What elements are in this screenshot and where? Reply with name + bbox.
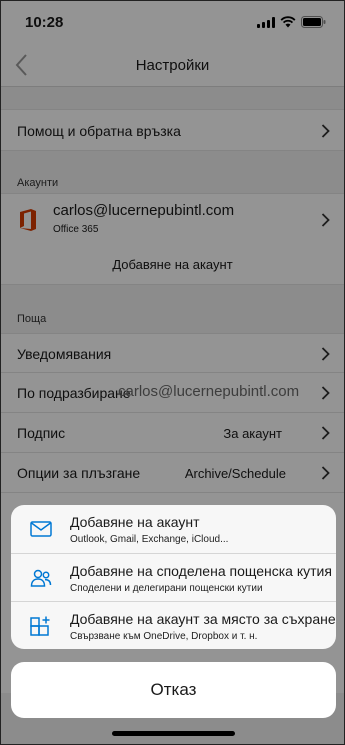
sheet-item-subtitle: Свързване към OneDrive, Dropbox и т. н. xyxy=(70,631,258,642)
sheet-item-title: Добавяне на акаунт xyxy=(70,514,200,530)
cancel-button[interactable]: Отказ xyxy=(11,662,336,718)
sheet-item-add-storage-account[interactable]: Добавяне на акаунт за място за съхранени… xyxy=(11,601,336,649)
sheet-item-add-shared-mailbox[interactable]: Добавяне на споделена пощенска кутия Спо… xyxy=(11,553,336,601)
sheet-item-title: Добавяне на споделена пощенска кутия xyxy=(70,563,332,579)
envelope-icon xyxy=(30,521,52,537)
phone-screen: 10:28 Настройки Помощ и обратна връзка А… xyxy=(0,0,345,745)
people-icon xyxy=(30,569,52,587)
home-indicator xyxy=(112,731,235,736)
grid-plus-icon xyxy=(30,616,50,636)
sheet-item-add-account[interactable]: Добавяне на акаунт Outlook, Gmail, Excha… xyxy=(11,505,336,553)
add-account-action-sheet: Добавяне на акаунт Outlook, Gmail, Excha… xyxy=(11,505,336,649)
sheet-item-subtitle: Споделени и делегирани пощенски кутии xyxy=(70,583,263,594)
sheet-item-title: Добавяне на акаунт за място за съхранени… xyxy=(70,611,336,627)
sheet-item-subtitle: Outlook, Gmail, Exchange, iCloud... xyxy=(70,534,229,545)
